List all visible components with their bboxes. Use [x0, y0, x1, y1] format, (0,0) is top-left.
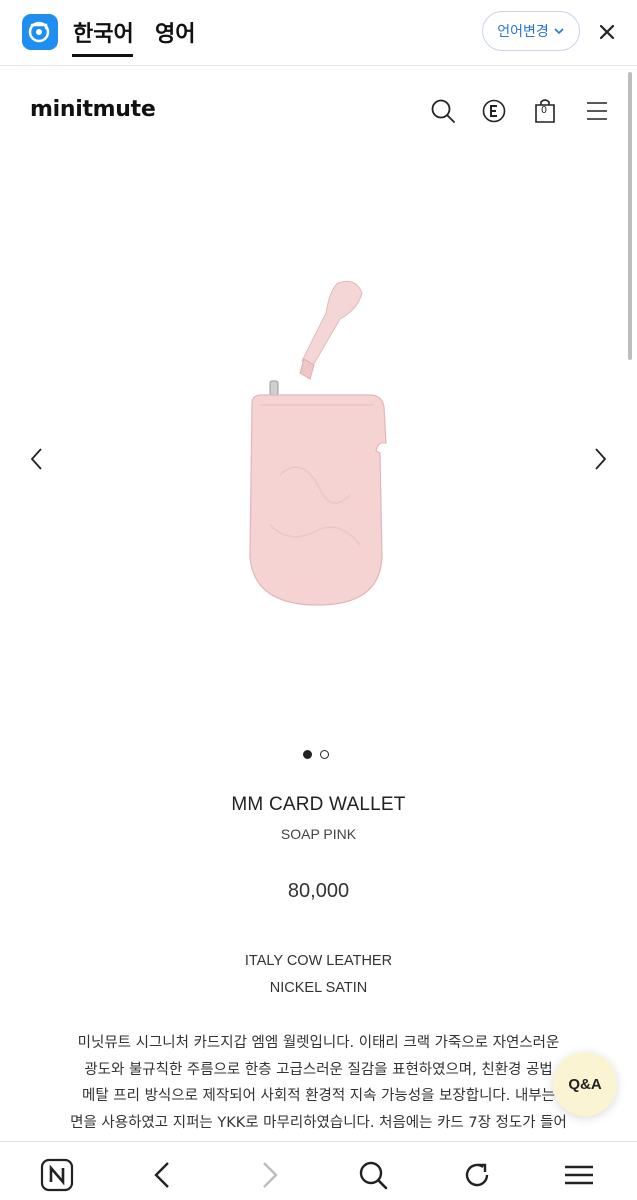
qna-button[interactable]: Q&A [553, 1052, 617, 1116]
forward-icon[interactable] [252, 1158, 286, 1192]
product-name: MM CARD WALLET [231, 794, 406, 815]
product-description: 미닛뮤트 시그니처 카드지갑 엠엠 월렛입니다. 이태리 크랙 가죽으로 자연스… [0, 1030, 637, 1142]
menu-icon[interactable] [562, 1158, 596, 1192]
refresh-icon[interactable] [460, 1158, 494, 1192]
e-circle-icon[interactable] [481, 98, 507, 124]
description-line: 미닛뮤트 시그니처 카드지갑 엠엠 월렛입니다. 이태리 크랙 가죽으로 자연스… [77, 1035, 560, 1051]
description-line: 면을 사용하였고 지퍼는 YKK로 마무리하였습니다. 처음에는 카드 7장 정… [70, 1114, 567, 1131]
cart-count: 0 [541, 105, 547, 116]
hamburger-menu-icon[interactable] [585, 98, 611, 124]
close-icon[interactable] [596, 21, 618, 43]
back-icon[interactable] [146, 1158, 180, 1192]
brand-logo[interactable]: minitmute [30, 97, 156, 122]
gallery-pagination [303, 750, 329, 759]
search-icon[interactable] [430, 98, 456, 124]
cart-button[interactable]: 0 [534, 98, 560, 124]
chevron-left-icon[interactable] [27, 446, 47, 472]
product-price: 80,000 [287, 880, 350, 902]
product-color: SOAP PINK [280, 826, 357, 842]
pagination-dot-1[interactable] [303, 750, 312, 759]
tab-english[interactable]: 영어 [155, 16, 195, 48]
chevron-down-icon [554, 28, 564, 35]
change-language-button[interactable]: 언어변경 [482, 11, 580, 51]
product-material: ITALY COW LEATHER [244, 953, 393, 969]
browser-bottom-bar [0, 1141, 637, 1200]
chevron-right-icon[interactable] [590, 446, 610, 472]
description-line: 메탈 프리 방식으로 제작되어 사회적 환경적 지속 가능성을 보장합니다. 내… [82, 1088, 555, 1104]
product-image[interactable] [230, 275, 400, 615]
change-language-label: 언어변경 [497, 24, 549, 40]
tab-korean[interactable]: 한국어 [73, 16, 134, 48]
translate-app-icon[interactable] [22, 14, 58, 50]
description-line: 광도와 불규칙한 주름으로 한층 고급스러운 질감을 표현하였으며, 친환경 공… [84, 1061, 553, 1078]
scrollbar[interactable] [628, 72, 632, 360]
pagination-dot-2[interactable] [320, 750, 329, 759]
naver-home-icon[interactable] [40, 1158, 74, 1192]
translate-bar: 한국어 영어 언어변경 [0, 0, 637, 66]
search-icon[interactable] [356, 1158, 390, 1192]
active-tab-indicator [72, 54, 133, 57]
product-hardware: NICKEL SATIN [269, 980, 368, 996]
